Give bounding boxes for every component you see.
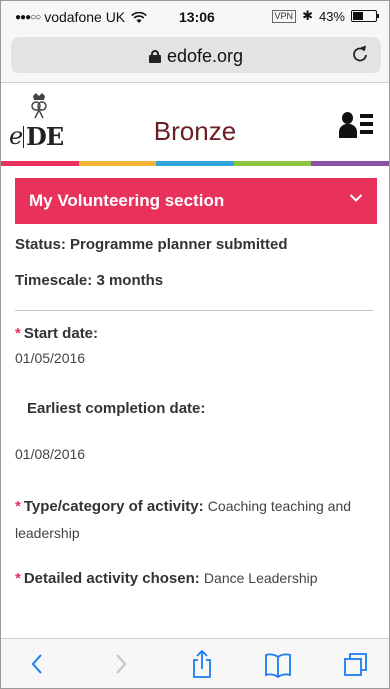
browser-toolbar	[1, 638, 389, 688]
carrier-name: vodafone UK	[44, 9, 126, 25]
detailed-activity-field: * Detailed activity chosen: Dance Leaders…	[15, 570, 318, 587]
divider	[15, 310, 373, 311]
volunteering-section-header[interactable]: My Volunteering section	[15, 178, 377, 224]
battery-percent: 43%	[318, 8, 345, 24]
address-bar[interactable]: edofe.org	[11, 37, 381, 73]
lock-icon	[148, 50, 161, 63]
status-bar: ●●●○○ vodafone UK 13:06 VPN ✱ 43%	[1, 1, 389, 31]
battery-icon	[351, 10, 379, 22]
section-title: My Volunteering section	[29, 191, 225, 210]
required-marker: *	[15, 325, 21, 342]
chevron-down-icon[interactable]	[349, 191, 363, 205]
earliest-completion-label: Earliest completion date:	[27, 400, 206, 417]
vpn-badge: VPN	[271, 9, 297, 23]
url-text: edofe.org	[166, 46, 244, 66]
share-icon[interactable]	[187, 649, 217, 679]
reload-icon[interactable]	[351, 44, 369, 70]
site-header: e DE Bronze	[1, 84, 389, 164]
browser-address-area: edofe.org	[1, 31, 389, 83]
start-date-value: 01/05/2016	[15, 350, 86, 366]
rainbow-stripe	[1, 161, 389, 166]
tabs-icon[interactable]	[341, 649, 371, 679]
forward-icon[interactable]	[105, 649, 135, 679]
app-frame: ●●●○○ vodafone UK 13:06 VPN ✱ 43% edofe.…	[0, 0, 390, 689]
detailed-activity-value: Dance Leadership	[203, 570, 318, 586]
earliest-completion-value: 01/08/2016	[15, 446, 86, 462]
activity-type-field: * Type/category of activity: Coaching tea…	[15, 498, 352, 541]
timescale-text: Timescale: 3 months	[15, 272, 164, 289]
signal-strength-icon: ●●●○○	[15, 11, 41, 23]
wifi-icon	[131, 11, 147, 23]
profile-menu-icon[interactable]	[339, 112, 375, 142]
award-level-title: Bronze	[153, 116, 237, 146]
bluetooth-icon: ✱	[302, 8, 313, 23]
bookmarks-icon[interactable]	[263, 649, 293, 679]
back-icon[interactable]	[23, 649, 53, 679]
start-date-label: * Start date:	[15, 325, 99, 342]
status-text: Status: Programme planner submitted	[15, 236, 288, 253]
clock: 13:06	[179, 9, 215, 25]
